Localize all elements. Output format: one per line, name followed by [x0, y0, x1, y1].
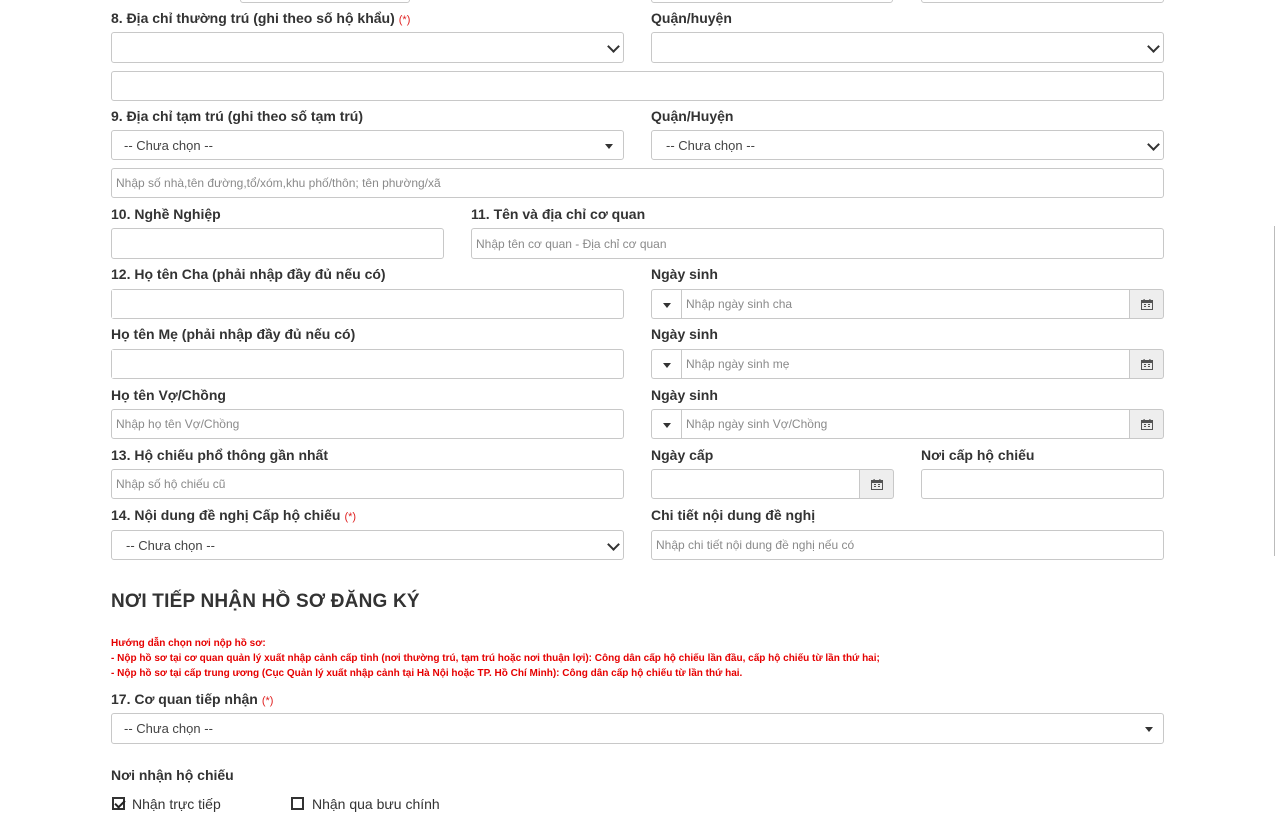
chevron-down-icon — [1147, 40, 1160, 53]
request-content-label: 14. Nội dung đề nghị Cấp hộ chiếu (*) — [111, 507, 356, 523]
reception-agency-label-text: 17. Cơ quan tiếp nhận — [111, 691, 258, 707]
option-label: Nhận qua bưu chính — [312, 796, 440, 812]
calendar-icon — [871, 479, 883, 490]
calendar-icon — [1141, 359, 1153, 370]
delivery-option-direct[interactable]: Nhận trực tiếp — [111, 796, 241, 814]
father-name-input[interactable] — [111, 289, 624, 319]
father-dob-input[interactable] — [681, 289, 1131, 319]
required-mark: (*) — [261, 695, 274, 707]
select-value: -- Chưa chọn -- — [126, 538, 215, 553]
redacted-value — [116, 38, 224, 57]
permanent-address-label: 8. Địa chỉ thường trú (ghi theo số hộ kh… — [111, 10, 410, 26]
mother-dob-group — [651, 349, 1164, 379]
redacted-value — [112, 290, 225, 318]
field-cut-top-mid[interactable] — [651, 0, 893, 3]
temporary-district-select[interactable]: -- Chưa chọn -- — [651, 130, 1164, 160]
select-value: -- Chưa chọn -- — [666, 138, 755, 153]
guide-text: Hướng dẫn chọn nơi nộp hồ sơ: - Nộp hồ s… — [111, 636, 880, 681]
option-label: Nhận trực tiếp — [132, 796, 221, 812]
workplace-input[interactable] — [471, 228, 1164, 259]
old-passport-input[interactable] — [111, 469, 624, 499]
father-dob-label: Ngày sinh — [651, 266, 718, 282]
spouse-dob-input[interactable] — [681, 409, 1131, 439]
mother-dob-label: Ngày sinh — [651, 326, 718, 342]
old-passport-label: 13. Hộ chiếu phổ thông gần nhất — [111, 447, 328, 463]
chevron-down-icon — [607, 538, 620, 551]
scroll-edge — [1274, 226, 1275, 556]
mother-dob-input[interactable] — [681, 349, 1131, 379]
father-name-label: 12. Họ tên Cha (phải nhập đầy đủ nếu có) — [111, 266, 386, 282]
checkbox-checked[interactable] — [112, 797, 125, 810]
spouse-name-input[interactable] — [111, 409, 624, 439]
redacted-value — [666, 39, 768, 55]
guide-line: - Nộp hồ sơ tại cấp trung ương (Cục Quản… — [111, 668, 743, 679]
redacted-value — [112, 350, 228, 378]
field-cut-top-left[interactable] — [240, 0, 410, 3]
checkbox-unchecked[interactable] — [291, 797, 304, 810]
field-cut-top-right[interactable] — [921, 0, 1164, 3]
redacted-value — [116, 77, 321, 93]
father-dob-format-dropdown[interactable] — [651, 289, 682, 319]
permanent-province-select[interactable] — [111, 32, 624, 63]
reception-agency-select[interactable]: -- Chưa chọn -- — [111, 713, 1164, 744]
required-mark: (*) — [398, 14, 411, 26]
request-content-select[interactable]: -- Chưa chọn -- — [111, 530, 624, 560]
caret-down-icon — [663, 363, 671, 368]
guide-line: - Nộp hồ sơ tại cơ quan quản lý xuất nhậ… — [111, 653, 880, 664]
chevron-down-icon — [1147, 138, 1160, 151]
chevron-down-icon — [607, 40, 620, 53]
request-detail-input[interactable] — [651, 530, 1164, 560]
spouse-dob-label: Ngày sinh — [651, 387, 718, 403]
request-content-label-text: 14. Nội dung đề nghị Cấp hộ chiếu — [111, 507, 341, 523]
section-title: NƠI TIẾP NHẬN HỒ SƠ ĐĂNG KÝ — [111, 591, 420, 612]
father-dob-group — [651, 289, 1164, 319]
permanent-district-label: Quận/huyện — [651, 10, 732, 26]
workplace-label: 11. Tên và địa chỉ cơ quan — [471, 206, 646, 222]
issue-place-input[interactable] — [921, 469, 1164, 499]
caret-down-icon — [663, 423, 671, 428]
occupation-input[interactable] — [111, 228, 444, 259]
spouse-dob-group — [651, 409, 1164, 439]
required-mark: (*) — [344, 511, 357, 523]
caret-down-icon — [605, 144, 613, 149]
permanent-district-select[interactable] — [651, 32, 1164, 63]
permanent-address-input[interactable] — [111, 71, 1164, 101]
guide-line: Hướng dẫn chọn nơi nộp hồ sơ: — [111, 638, 266, 649]
delivery-option-post[interactable]: Nhận qua bưu chính — [290, 796, 450, 814]
delivery-label: Nơi nhận hộ chiếu — [111, 767, 234, 783]
calendar-icon — [1141, 299, 1153, 310]
issue-date-group — [651, 469, 894, 499]
permanent-address-label-text: 8. Địa chỉ thường trú (ghi theo số hộ kh… — [111, 10, 395, 26]
father-dob-calendar-button[interactable] — [1129, 289, 1164, 319]
mother-name-label: Họ tên Mẹ (phải nhập đầy đủ nếu có) — [111, 326, 356, 342]
issue-date-calendar-button[interactable] — [859, 469, 894, 499]
issue-date-label: Ngày cấp — [651, 447, 714, 463]
calendar-icon — [1141, 419, 1153, 430]
mother-dob-calendar-button[interactable] — [1129, 349, 1164, 379]
temporary-district-label: Quận/Huyện — [651, 108, 734, 124]
occupation-label: 10. Nghề Nghiệp — [111, 206, 221, 222]
select-value: -- Chưa chọn -- — [124, 721, 213, 736]
temporary-address-label: 9. Địa chỉ tạm trú (ghi theo số tạm trú) — [111, 108, 364, 124]
spouse-name-label: Họ tên Vợ/Chồng — [111, 387, 226, 403]
temporary-province-select[interactable]: -- Chưa chọn -- — [111, 130, 624, 160]
temporary-address-input[interactable] — [111, 168, 1164, 198]
spouse-dob-calendar-button[interactable] — [1129, 409, 1164, 439]
caret-down-icon — [1145, 727, 1153, 732]
select-value: -- Chưa chọn -- — [124, 138, 213, 153]
request-detail-label: Chi tiết nội dung đề nghị — [651, 507, 816, 523]
mother-dob-format-dropdown[interactable] — [651, 349, 682, 379]
caret-down-icon — [663, 303, 671, 308]
spouse-dob-format-dropdown[interactable] — [651, 409, 682, 439]
issue-date-input[interactable] — [651, 469, 861, 499]
mother-name-input[interactable] — [111, 349, 624, 379]
issue-place-label: Nơi cấp hộ chiếu — [921, 447, 1035, 463]
reception-agency-label: 17. Cơ quan tiếp nhận (*) — [111, 691, 273, 707]
